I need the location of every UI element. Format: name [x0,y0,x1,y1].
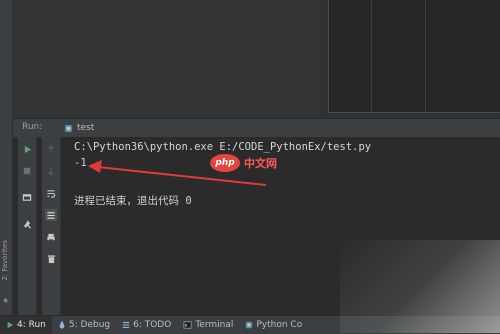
panel-divider [371,0,372,112]
play-icon [7,321,14,329]
trash-icon[interactable] [45,253,57,265]
python-file-icon [64,124,73,132]
panel-divider [425,0,426,112]
tool-tab-debug[interactable]: 5: Debug [52,316,116,334]
editor-gutter [0,0,12,118]
console-exit-message: 进程已结束，退出代码 0 [74,195,192,207]
tool-tab-python-console[interactable]: Python Co [239,316,308,334]
star-icon[interactable]: ★ [2,296,9,305]
tool-tab-label: 4: Run [17,320,46,330]
bug-icon [59,321,65,329]
favorites-tab[interactable]: 2: Favorites [1,240,11,281]
side-panel [320,0,500,118]
tool-tab-label: Python Co [256,320,303,330]
run-toolbar-secondary [42,137,61,315]
tool-tab-terminal[interactable]: Terminal [177,316,239,334]
terminal-icon [183,321,192,329]
tool-window-bar: 4: Run 5: Debug 6: TODO Terminal Python … [0,315,500,334]
list-icon [122,322,130,328]
tool-tab-label: 5: Debug [68,320,111,330]
tool-tab-label: 6: TODO [133,320,172,330]
print-icon[interactable] [45,231,57,243]
tool-tab-todo[interactable]: 6: TODO [116,316,177,334]
rerun-icon[interactable] [21,143,33,155]
console-output-line: -1 [74,157,87,169]
python-console-icon [246,321,253,329]
tool-tab-label: Terminal [195,320,234,330]
watermark-text: 中文网 [244,157,277,170]
side-panel-inner [328,0,500,113]
php-logo: php [210,154,240,172]
run-panel-header: Run: test [12,118,500,138]
console-output[interactable]: C:\Python36\python.exe E:/CODE_PythonEx/… [66,137,500,315]
run-toolbar-primary [18,137,37,315]
arrow-down-icon[interactable] [45,165,57,177]
scroll-to-end-icon[interactable] [45,209,57,221]
tool-tab-run[interactable]: 4: Run [0,316,52,334]
pin-icon[interactable] [21,219,33,231]
restore-layout-icon[interactable] [21,191,33,203]
run-panel-label: Run: [22,122,43,132]
php-watermark: php 中文网 [210,152,277,174]
left-tool-strip [0,118,13,315]
run-tab-label: test [77,123,95,133]
run-tab-test[interactable]: test [58,119,100,137]
arrow-up-icon[interactable] [45,143,57,155]
soft-wrap-icon[interactable] [45,187,57,199]
stop-icon[interactable] [21,165,33,177]
